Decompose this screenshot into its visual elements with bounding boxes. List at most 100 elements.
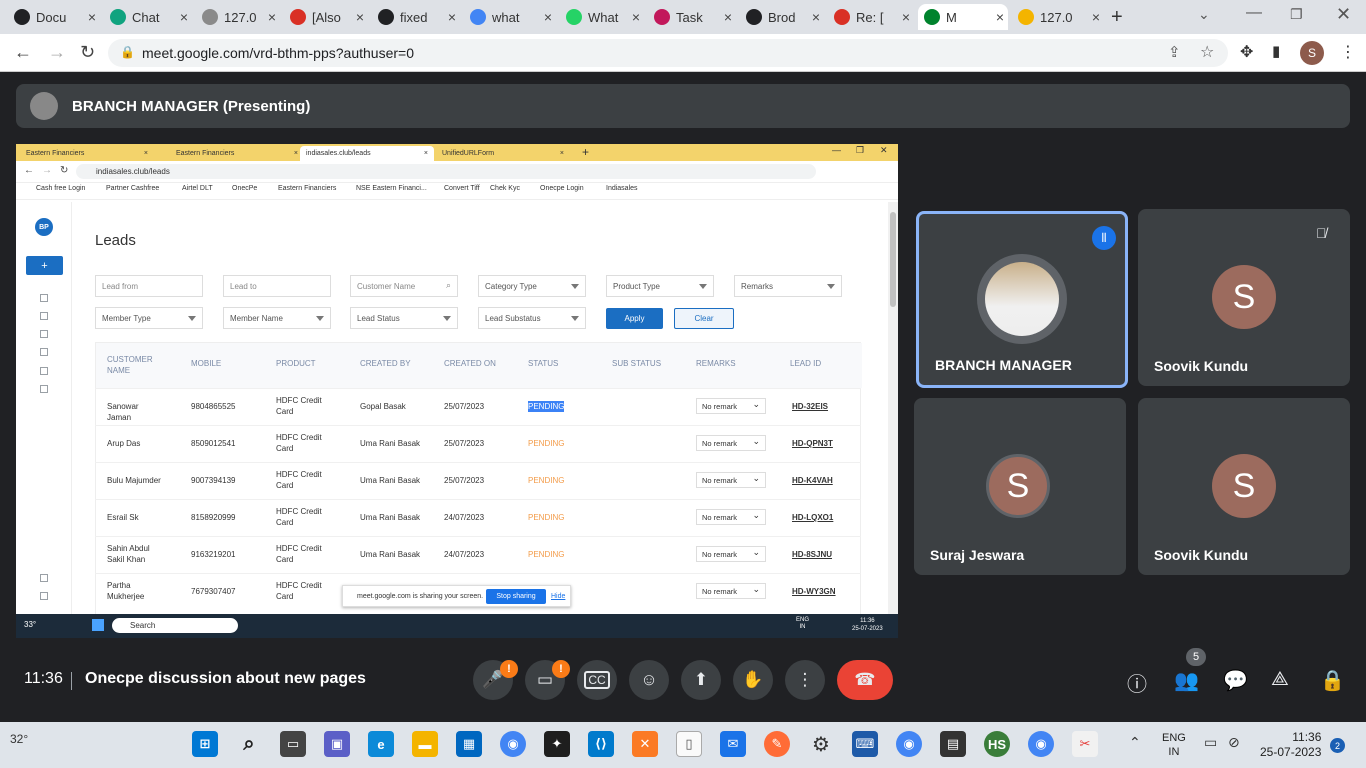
mail-icon[interactable]: ✉ — [720, 731, 746, 757]
shared-lang-1: ENG — [796, 617, 810, 623]
tray-chevron-icon[interactable]: ⌃ — [1129, 734, 1141, 751]
tile-branch-manager[interactable]: ⦀ BRANCH MANAGER — [916, 211, 1128, 388]
tab-close-icon[interactable]: × — [268, 9, 276, 25]
tab-search-icon[interactable]: ⌄ — [1198, 6, 1210, 23]
network-off-icon[interactable]: ⊘ — [1228, 734, 1240, 751]
tab-close-icon[interactable]: × — [356, 9, 364, 25]
browser-tab[interactable]: Docu × — [8, 4, 100, 30]
tab-favicon-icon — [1018, 9, 1034, 25]
browser-tab[interactable]: what × — [464, 4, 556, 30]
address-bar[interactable]: 🔒 meet.google.com/vrd-bthm-pps?authuser=… — [108, 39, 1228, 67]
end-call-button[interactable]: ☎ — [837, 660, 893, 700]
tab-close-icon[interactable]: × — [88, 9, 96, 25]
bookmark-star-icon[interactable]: ☆ — [1200, 42, 1214, 62]
share-icon[interactable]: ⇪ — [1168, 43, 1181, 61]
edge-icon[interactable]: e — [368, 731, 394, 757]
notepad-icon[interactable]: ▯ — [676, 731, 702, 757]
browser-tab[interactable]: 127.0 × — [1012, 4, 1104, 30]
postman-icon[interactable]: ✎ — [764, 731, 790, 757]
snipping-icon[interactable]: ✂ — [1072, 731, 1098, 757]
tile-soovik-kundu-1[interactable]: S 🎙̸ Soovik Kundu — [1138, 209, 1350, 386]
chrome-profile2-icon[interactable]: ◉ — [1028, 731, 1054, 757]
tab-close-icon[interactable]: × — [180, 9, 188, 25]
shared-scroll-thumb — [890, 212, 896, 307]
customer-name-placeholder: Customer Name — [357, 281, 416, 291]
tab-close-icon[interactable]: × — [448, 9, 456, 25]
minimize-button[interactable]: — — [1246, 4, 1262, 22]
product-type-select: Product Type — [606, 275, 714, 297]
customer-name-cell: Partha Mukherjee — [107, 581, 145, 601]
hand-icon: ✋ — [742, 670, 764, 689]
browser-tab[interactable]: Chat × — [104, 4, 192, 30]
weather-widget[interactable]: 32° — [10, 732, 28, 746]
display-icon[interactable]: ▭ — [1204, 734, 1217, 751]
tab-close-icon[interactable]: × — [1092, 9, 1100, 25]
chrome-icon[interactable]: ◉ — [500, 731, 526, 757]
reload-icon[interactable]: ↻ — [80, 42, 95, 63]
device-icon[interactable]: ▤ — [940, 731, 966, 757]
store-icon[interactable]: ▦ — [456, 731, 482, 757]
system-clock[interactable]: 11:36 25-07-2023 — [1260, 730, 1321, 760]
people-icon[interactable]: 👥 — [1174, 668, 1199, 693]
present-button[interactable]: ⬆ — [681, 660, 721, 700]
tab-close-icon[interactable]: × — [544, 9, 552, 25]
shared-tab-label: Eastern Financiers — [176, 150, 235, 157]
task-view-icon[interactable]: ▭ — [280, 731, 306, 757]
reactions-button[interactable]: ☺ — [629, 660, 669, 700]
new-tab-button[interactable]: + — [1111, 6, 1123, 29]
remote-desktop-icon[interactable]: ⌨ — [852, 731, 878, 757]
raise-hand-button[interactable]: ✋ — [733, 660, 773, 700]
figma-icon[interactable]: ✦ — [544, 731, 570, 757]
video-icon — [40, 385, 48, 393]
chrome-profile-icon[interactable]: ◉ — [896, 731, 922, 757]
start-icon[interactable]: ⊞ — [192, 731, 218, 757]
vscode-icon[interactable]: ⟨⟩ — [588, 731, 614, 757]
mobile-cell: 9163219201 — [191, 550, 236, 559]
language-indicator[interactable]: ENG IN — [1162, 731, 1186, 759]
created-on-cell: 24/07/2023 — [444, 513, 485, 522]
close-window-button[interactable]: ✕ — [1336, 4, 1351, 25]
side-panel-icon[interactable]: ▮ — [1272, 42, 1280, 60]
forward-icon[interactable]: → — [48, 42, 66, 63]
restore-button[interactable]: ❐ — [1290, 6, 1303, 23]
teams-icon[interactable]: ▣ — [324, 731, 350, 757]
tile-suraj-jeswara[interactable]: S Suraj Jeswara — [914, 398, 1126, 575]
participant-name: BRANCH MANAGER — [935, 357, 1072, 373]
lang-2: IN — [1168, 746, 1180, 758]
host-controls-icon[interactable]: 🔒 — [1320, 668, 1345, 693]
activities-icon[interactable]: ⟁ — [1271, 668, 1289, 691]
browser-tab[interactable]: Re: [× — [828, 4, 914, 30]
tile-soovik-kundu-2[interactable]: S Soovik Kundu — [1138, 398, 1350, 575]
tab-close-icon[interactable]: × — [812, 9, 820, 25]
captions-button[interactable]: CC — [577, 660, 617, 700]
chat-icon[interactable]: 💬 — [1223, 668, 1248, 693]
shared-bookmarks-bar: Cash free Login Partner Cashfree Airtel DL… — [16, 183, 898, 200]
notification-badge[interactable]: 2 — [1330, 738, 1345, 753]
search-icon[interactable]: ⌕ — [236, 731, 262, 757]
back-icon[interactable]: ← — [14, 42, 32, 63]
browser-tab[interactable]: Task × — [648, 4, 736, 30]
table-header: SUB STATUS — [612, 359, 662, 368]
tab-close-icon[interactable]: × — [902, 9, 910, 25]
browser-tab[interactable]: What × — [560, 4, 644, 30]
customer-name-input: Customer Name ⌕ — [350, 275, 458, 297]
more-options-button[interactable]: ⋮ — [785, 660, 825, 700]
chrome-menu-icon[interactable]: ⋮ — [1340, 42, 1356, 62]
browser-tab[interactable]: 127.0 × — [196, 4, 280, 30]
settings-gear-icon[interactable]: ⚙ — [808, 731, 834, 757]
browser-tab[interactable]: Brod × — [740, 4, 824, 30]
info-icon[interactable]: ⓘ — [1127, 668, 1147, 697]
tab-close-icon[interactable]: × — [724, 9, 732, 25]
tab-close-icon[interactable]: × — [996, 9, 1004, 25]
profile-avatar[interactable]: S — [1300, 41, 1324, 65]
file-explorer-icon[interactable]: ▬ — [412, 731, 438, 757]
tab-close-icon[interactable]: × — [632, 9, 640, 25]
browser-tab[interactable]: [Also × — [284, 4, 368, 30]
browser-tab[interactable]: fixed × — [372, 4, 460, 30]
bookmark-item: Indiasales — [606, 185, 638, 192]
shared-tab: UnifiedURLForm × — [436, 146, 570, 161]
extensions-icon[interactable]: ✥ — [1240, 42, 1253, 62]
browser-tab[interactable]: M × — [918, 4, 1008, 30]
hs-app-icon[interactable]: HS — [984, 731, 1010, 757]
xampp-icon[interactable]: ✕ — [632, 731, 658, 757]
